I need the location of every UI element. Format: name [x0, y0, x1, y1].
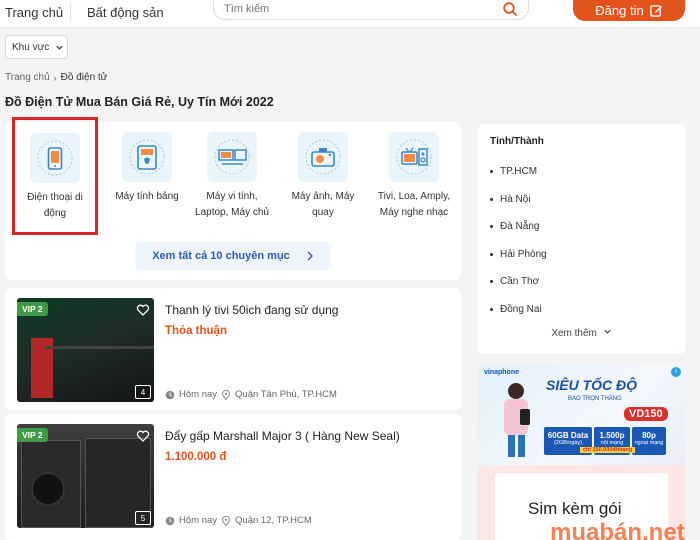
province-item[interactable]: Hải Phòng	[490, 241, 547, 269]
image-count-badge: 5	[135, 511, 151, 525]
thumbnail-tv-stand	[45, 346, 154, 349]
category-computer[interactable]: Máy vi tính, Laptop, Máy chủ	[187, 132, 277, 221]
region-label: Khu vực	[12, 41, 50, 53]
chevron-right-icon	[307, 251, 313, 261]
category-phone[interactable]: Điện thoại di động	[12, 117, 98, 235]
page-title: Đồ Điện Tử Mua Bán Giá Rẻ, Uy Tín Mới 20…	[5, 95, 274, 109]
listing-meta: Hôm nay Quận 12, TP.HCM	[165, 515, 312, 526]
location-pin-icon	[222, 515, 231, 526]
listing-time: Hôm nay	[179, 389, 218, 400]
category-tablet[interactable]: Máy tính bảng	[102, 132, 192, 205]
heart-icon[interactable]	[136, 303, 150, 317]
ad-choices-icon[interactable]: i	[671, 367, 681, 377]
ad-plan-call-value: 1.500p	[599, 431, 625, 440]
category-label-line1: Điện thoại di	[27, 192, 83, 203]
camera-icon	[305, 139, 341, 175]
ad-plan-data-note: (2GB/ngày)	[553, 440, 583, 446]
listing-price: 1.100.000 đ	[165, 451, 227, 463]
search-input[interactable]	[224, 2, 494, 16]
thumbnail-headphone	[31, 472, 65, 506]
breadcrumb-home-link[interactable]: Trang chủ	[5, 72, 50, 83]
category-tv-audio[interactable]: Tivi, Loa, Amply, Máy nghe nhạc	[369, 132, 459, 221]
chevron-down-icon	[604, 329, 611, 334]
category-label-line1: Tivi, Loa, Amply,	[377, 191, 451, 202]
nav-home-link[interactable]: Trang chủ	[5, 5, 63, 20]
see-all-categories-button[interactable]: Xem tất cả 10 chuyên mục	[135, 242, 331, 270]
category-label-line1: Máy ảnh, Máy	[291, 191, 355, 202]
muaban-watermark: muabán.net	[550, 519, 685, 540]
location-pin-icon	[222, 389, 231, 400]
listing-price: Thỏa thuận	[165, 325, 227, 337]
phone-icon	[37, 140, 73, 176]
nav-divider	[70, 4, 71, 20]
tablet-icon	[129, 139, 165, 175]
province-title: Tỉnh/Thành	[490, 136, 544, 147]
breadcrumb-current: Đồ điện tử	[60, 72, 108, 83]
category-label-line2: động	[43, 208, 67, 219]
breadcrumb: Trang chủ › Đồ điện tử	[5, 72, 107, 83]
see-more-provinces-button[interactable]: Xem thêm	[478, 328, 685, 339]
chevron-right-icon: ›	[53, 72, 57, 83]
image-count-badge: 4	[135, 385, 151, 399]
ad-subhead: BAO TRỌN THÁNG	[568, 396, 622, 402]
listing-location: Quận Tân Phú, TP.HCM	[235, 389, 337, 400]
province-item[interactable]: TP.HCM	[490, 158, 547, 186]
post-ad-label: Đăng tin	[595, 3, 644, 18]
category-label-line1: Máy vi tính,	[206, 191, 258, 202]
see-more-label: Xem thêm	[551, 328, 597, 339]
ad-person-illustration	[504, 383, 530, 457]
listing-title[interactable]: Đẩy gấp Marshall Major 3 ( Hàng New Seal…	[165, 429, 400, 443]
category-label-line2: Laptop, Máy chủ	[195, 207, 269, 218]
ad-sim-text: Sim kèm gói	[528, 499, 622, 518]
tv-icon	[396, 139, 432, 175]
category-camera[interactable]: Máy ảnh, Máy quay	[278, 132, 368, 221]
edit-icon	[649, 5, 662, 17]
listing-meta: Hôm nay Quận Tân Phú, TP.HCM	[165, 389, 337, 400]
listing-time: Hôm nay	[179, 515, 218, 526]
listing-thumbnail[interactable]: VIP 2 5	[17, 424, 154, 528]
clock-icon	[165, 390, 175, 399]
ad-plan-external: 80p ngoại mạng	[632, 427, 666, 455]
ad-price-note: chỉ 150.000đ/tháng	[580, 447, 636, 453]
listing-location: Quận 12, TP.HCM	[235, 515, 312, 526]
category-panel: Điện thoại di động Máy tính bảng Máy vi …	[5, 117, 461, 280]
province-item[interactable]: Đồng Nai	[490, 296, 547, 324]
post-ad-button[interactable]: Đăng tin	[573, 0, 685, 21]
ad-plan-external-value: 80p	[642, 431, 656, 440]
ad-headline: SIÊU TỐC ĐỘ	[546, 377, 638, 393]
clock-icon	[165, 516, 175, 525]
ad-plan-call-note: nội mạng	[600, 440, 624, 446]
region-dropdown[interactable]: Khu vực	[5, 35, 68, 59]
chevron-down-icon	[56, 45, 63, 50]
search-icon[interactable]	[502, 1, 518, 17]
top-header: Trang chủ Bất động sản Đăng tin	[0, 0, 700, 28]
province-item[interactable]: Cần Thơ	[490, 268, 547, 296]
advertisement-banner[interactable]: vinaphone i SIÊU TỐC ĐỘ BAO TRỌN THÁNG V…	[478, 365, 685, 540]
computer-icon	[214, 139, 250, 175]
vip-badge: VIP 2	[17, 428, 48, 442]
province-list: TP.HCM Hà Nội Đà Nẵng Hải Phòng Cần Thơ …	[490, 158, 547, 323]
listing-title[interactable]: Thanh lý tivi 50ich đang sử dụng	[165, 303, 338, 317]
nav-real-estate-link[interactable]: Bất động sản	[87, 5, 164, 20]
province-item[interactable]: Đà Nẵng	[490, 213, 547, 241]
ad-plan-external-note: ngoại mạng	[634, 440, 664, 446]
category-label-line2: quay	[312, 207, 334, 218]
see-all-label: Xem tất cả 10 chuyên mục	[152, 250, 290, 262]
listing-card[interactable]: VIP 2 5 Đẩy gấp Marshall Major 3 ( Hàng …	[5, 414, 461, 540]
search-bar	[213, 0, 529, 20]
category-label-line2: Máy nghe nhạc	[379, 207, 449, 218]
province-item[interactable]: Hà Nội	[490, 186, 547, 214]
listing-thumbnail[interactable]: VIP 2 4	[17, 298, 154, 402]
vip-badge: VIP 2	[17, 302, 48, 316]
category-label-line1: Máy tính bảng	[115, 191, 179, 202]
ad-package: VD150	[624, 407, 668, 421]
ad-plan-data-value: 60GB Data	[547, 431, 589, 440]
province-panel: Tỉnh/Thành TP.HCM Hà Nội Đà Nẵng Hải Phò…	[478, 124, 685, 354]
heart-icon[interactable]	[136, 429, 150, 443]
listing-card[interactable]: VIP 2 4 Thanh lý tivi 50ich đang sử dụng…	[5, 288, 461, 410]
ad-brand: vinaphone	[484, 369, 520, 376]
